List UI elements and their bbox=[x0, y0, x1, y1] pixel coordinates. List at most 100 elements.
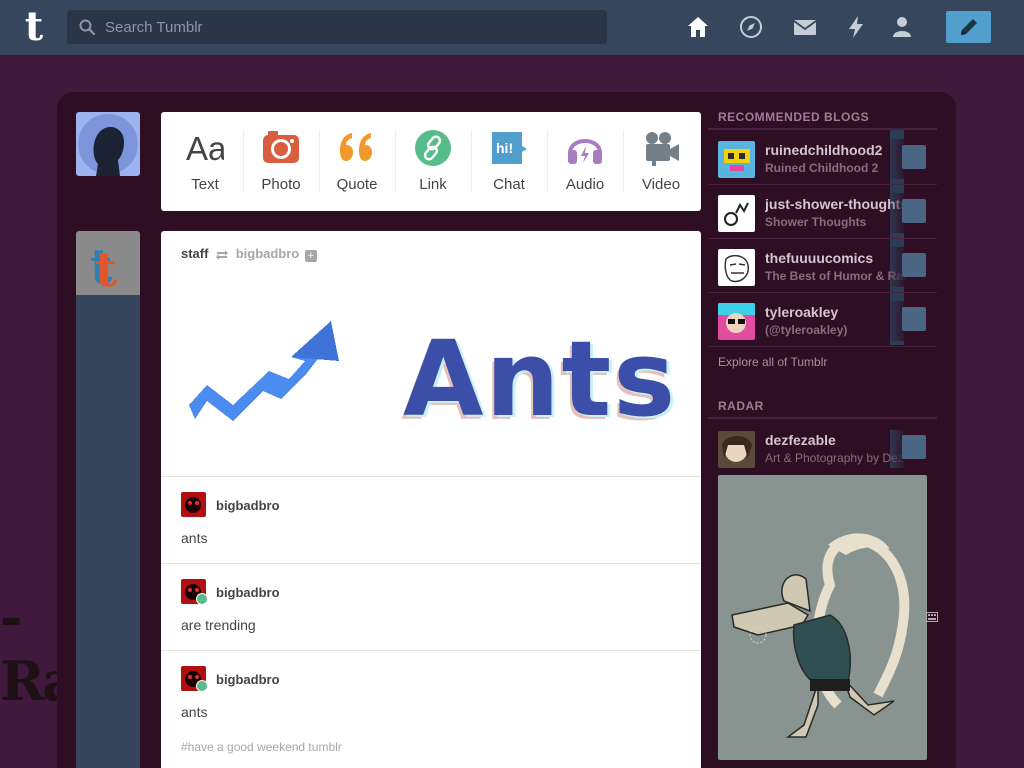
reblog-username[interactable]: bigbadbro bbox=[216, 498, 280, 513]
follow-button[interactable] bbox=[902, 199, 926, 223]
blog-subtitle: The Best of Humor & Rage bbox=[765, 269, 905, 283]
search-box[interactable] bbox=[67, 10, 607, 44]
follow-plus-icon[interactable]: + bbox=[304, 250, 317, 262]
blog-avatar bbox=[718, 303, 755, 340]
activity-icon[interactable] bbox=[844, 15, 868, 39]
blog-subtitle: (@tyleroakley) bbox=[765, 323, 848, 337]
post-type-label: Link bbox=[419, 176, 447, 193]
follow-button[interactable] bbox=[902, 435, 926, 459]
blog-name: just-shower-thoughts bbox=[765, 196, 905, 212]
post-type-chat[interactable]: hi! Chat bbox=[471, 112, 547, 211]
post-header: staff bigbadbro + bbox=[181, 246, 317, 262]
video-camera-icon bbox=[646, 132, 679, 166]
divider bbox=[161, 650, 701, 651]
blog-avatar bbox=[718, 249, 755, 286]
blog-name: thefuuuucomics bbox=[765, 250, 874, 266]
reblog-avatar[interactable] bbox=[181, 492, 206, 517]
svg-text:t: t bbox=[95, 242, 117, 295]
text-icon: Aa bbox=[186, 130, 224, 167]
post-type-text[interactable]: Aa Text bbox=[167, 112, 243, 211]
headphones-icon bbox=[568, 139, 602, 164]
reblog-badge-icon bbox=[196, 680, 208, 692]
reblog-icon bbox=[216, 250, 229, 260]
reblog-username[interactable]: bigbadbro bbox=[216, 672, 280, 687]
divider bbox=[708, 238, 937, 239]
tumblr-logo[interactable]: t bbox=[18, 7, 50, 47]
crocodile-illustration bbox=[731, 533, 910, 738]
recommended-blogs-title: RECOMMENDED BLOGS bbox=[718, 110, 870, 124]
blog-name: dezfezable bbox=[765, 432, 836, 448]
post-type-label: Text bbox=[191, 176, 219, 193]
reblog-text: ants bbox=[181, 530, 208, 546]
search-icon bbox=[79, 19, 95, 35]
radar-title: RADAR bbox=[718, 399, 764, 413]
reblog-badge-icon bbox=[196, 593, 208, 605]
blog-avatar bbox=[718, 431, 755, 468]
recommended-blog-item[interactable]: thefuuuucomics The Best of Humor & Rage bbox=[718, 247, 928, 287]
divider bbox=[708, 184, 937, 185]
post-type-label: Chat bbox=[493, 176, 525, 193]
staff-logo-icon: t t bbox=[90, 239, 117, 295]
blog-subtitle: Shower Thoughts bbox=[765, 215, 867, 229]
blog-name: tyleroakley bbox=[765, 304, 839, 320]
blog-avatar bbox=[718, 141, 755, 178]
avatar-silhouette-icon bbox=[78, 114, 138, 176]
post-hero-image: Ants Ants Ants bbox=[189, 321, 678, 431]
post-type-photo[interactable]: Photo bbox=[243, 112, 319, 211]
recommended-blog-item[interactable]: tyleroakley (@tyleroakley) bbox=[718, 301, 928, 341]
post-type-label: Photo bbox=[261, 176, 301, 193]
svg-text:Aa: Aa bbox=[186, 130, 224, 167]
post-type-link[interactable]: Link bbox=[395, 112, 471, 211]
reblog-text: ants bbox=[181, 704, 208, 720]
blog-name: ruinedchildhood2 bbox=[765, 142, 883, 158]
dashboard-post: staff bigbadbro + Ants Ants Ants bigbadb… bbox=[161, 231, 701, 768]
compose-button[interactable] bbox=[946, 11, 991, 43]
post-type-label: Video bbox=[641, 176, 681, 193]
pencil-icon bbox=[961, 19, 977, 35]
post-type-bar: Aa Text Photo Quote Link hi! Chat Audio … bbox=[161, 112, 701, 211]
divider bbox=[161, 476, 701, 477]
post-author-name[interactable]: staff bbox=[181, 246, 208, 261]
quote-icon bbox=[340, 133, 372, 161]
home-icon[interactable] bbox=[686, 15, 710, 39]
recommended-blog-item[interactable]: just-shower-thoughts Shower Thoughts bbox=[718, 193, 928, 233]
messages-icon[interactable] bbox=[793, 15, 817, 39]
link-icon bbox=[415, 130, 451, 166]
reblog-text: are trending bbox=[181, 617, 256, 633]
account-icon[interactable] bbox=[890, 15, 914, 39]
reblog-username[interactable]: bigbadbro bbox=[216, 585, 280, 600]
blog-subtitle: Ruined Childhood 2 bbox=[765, 161, 879, 175]
post-type-audio[interactable]: Audio bbox=[547, 112, 623, 211]
reblogged-from-name[interactable]: bigbadbro bbox=[236, 246, 300, 261]
post-author-avatar[interactable]: t t bbox=[76, 231, 140, 295]
user-avatar[interactable] bbox=[76, 112, 140, 176]
svg-text:hi!: hi! bbox=[496, 140, 513, 156]
post-type-quote[interactable]: Quote bbox=[319, 112, 395, 211]
post-type-label: Quote bbox=[336, 176, 378, 193]
top-nav-bar: t bbox=[0, 0, 1024, 55]
hero-text: Ants bbox=[403, 321, 677, 431]
follow-button[interactable] bbox=[902, 145, 926, 169]
post-tags[interactable]: #have a good weekend tumblr bbox=[181, 740, 342, 754]
explore-icon[interactable] bbox=[739, 15, 763, 39]
post-author-strip bbox=[76, 295, 140, 768]
blog-avatar bbox=[718, 195, 755, 232]
camera-icon bbox=[263, 131, 299, 163]
divider bbox=[161, 563, 701, 564]
divider bbox=[708, 292, 937, 293]
recommended-blog-item[interactable]: ruinedchildhood2 Ruined Childhood 2 bbox=[718, 139, 928, 179]
follow-button[interactable] bbox=[902, 307, 926, 331]
radar-blog-item[interactable]: dezfezable Art & Photography by Dez bbox=[718, 429, 928, 469]
search-input[interactable] bbox=[105, 10, 595, 44]
post-type-label: Audio bbox=[565, 176, 605, 193]
radar-post-image[interactable] bbox=[718, 475, 927, 760]
divider bbox=[708, 417, 937, 419]
follow-button[interactable] bbox=[902, 253, 926, 277]
chat-icon: hi! bbox=[492, 132, 527, 164]
trending-arrow-icon bbox=[189, 321, 339, 421]
blog-subtitle: Art & Photography by Dez bbox=[765, 451, 904, 465]
explore-link[interactable]: Explore all of Tumblr bbox=[718, 355, 827, 369]
keyboard-shortcuts-icon[interactable] bbox=[926, 612, 938, 622]
post-type-video[interactable]: Video bbox=[623, 112, 699, 211]
divider bbox=[708, 346, 937, 347]
